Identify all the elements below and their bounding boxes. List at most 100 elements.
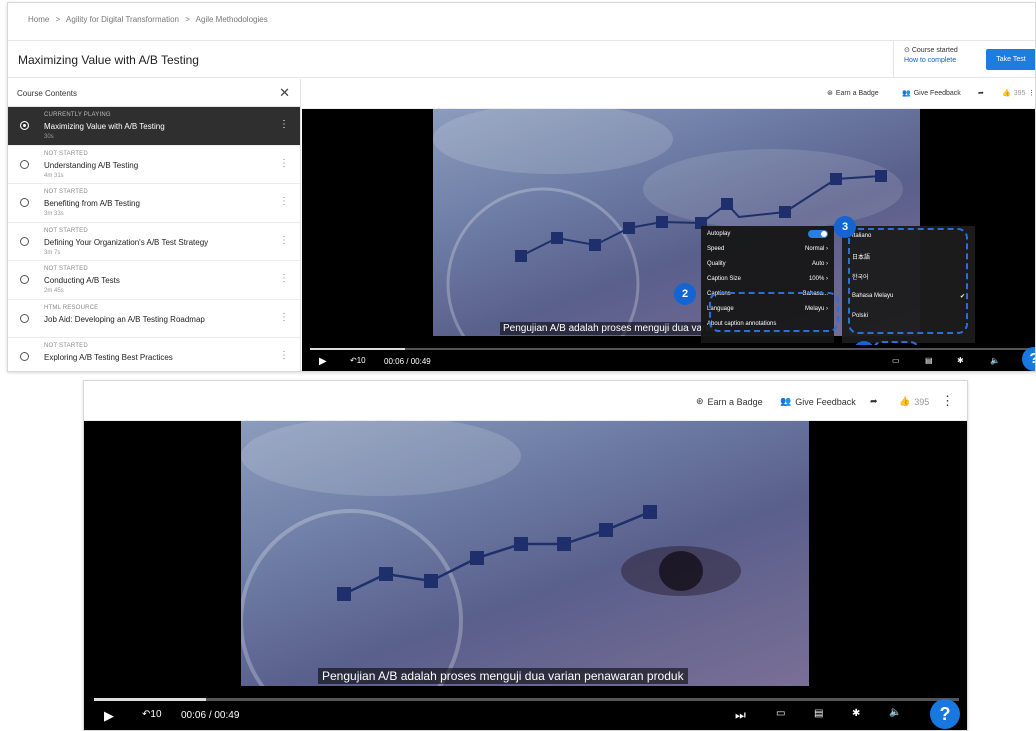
settings-autoplay[interactable]: Autoplay <box>701 226 834 241</box>
video-player[interactable]: Pengujian A/B adalah proses menguji dua … <box>84 421 967 730</box>
item-title: Defining Your Organization's A/B Test St… <box>44 237 209 247</box>
earn-badge-button[interactable]: ⊛ Earn a Badge <box>827 89 879 98</box>
radio-icon <box>20 352 29 361</box>
more-icon[interactable]: ⋮ <box>279 235 289 246</box>
transcript-icon[interactable]: ▤ <box>925 356 933 365</box>
settings-quality[interactable]: Quality Auto › <box>701 256 834 271</box>
share-icon[interactable]: ➦ <box>978 89 984 97</box>
player-toolbar: ⊛ Earn a Badge 👥 Give Feedback ➦ 👍 395 ⋮ <box>84 381 967 421</box>
play-icon[interactable]: ▶ <box>319 356 327 367</box>
autoplay-toggle[interactable] <box>808 229 828 238</box>
item-duration: 30s <box>44 134 54 140</box>
sidebar-item[interactable]: NOT STARTED Understanding A/B Testing 4m 3… <box>8 146 300 184</box>
sidebar-title: Course Contents <box>17 89 78 98</box>
radio-icon <box>20 275 29 284</box>
course-header: Maximizing Value with A/B Testing ⊙ Cour… <box>8 40 1035 78</box>
take-test-button[interactable]: Take Test <box>986 49 1035 70</box>
player-area: ⊛Earn a Badge 👥Give Feedback ➦ 👍395 ⋮ <box>302 79 1035 371</box>
callout-badge-2: 2 <box>674 283 696 305</box>
badge-icon: ⊛ <box>827 90 833 97</box>
item-status: NOT STARTED <box>44 343 88 349</box>
time-display: 00:06 / 00:49 <box>181 710 240 721</box>
sidebar-item[interactable]: NOT STARTED Conducting A/B Tests 2m 45s ⋮ <box>8 261 300 300</box>
sidebar-item[interactable]: NOT STARTED Benefiting from A/B Testing 3m… <box>8 184 300 223</box>
settings-caption-size[interactable]: Caption Size 100% › <box>701 271 834 286</box>
more-icon[interactable]: ⋮ <box>279 119 289 130</box>
item-title: Benefiting from A/B Testing <box>44 199 140 208</box>
more-icon[interactable]: ⋮ <box>279 196 289 207</box>
item-duration: 3m 33s <box>44 211 64 217</box>
sidebar-item[interactable]: HTML RESOURCE Job Aid: Developing an A/B … <box>8 300 300 338</box>
more-icon[interactable]: ⋮ <box>279 273 289 284</box>
item-duration: 3m 7s <box>44 249 61 256</box>
radio-icon <box>20 313 29 323</box>
radio-icon <box>20 159 29 169</box>
zoomed-player-screenshot: ⊛Earn a Badge 👥Give Feedback ➦ 👍395 ⋮ <box>83 380 968 731</box>
settings-speed[interactable]: Speed Normal › <box>701 241 834 256</box>
sidebar-item[interactable]: CURRENTLY PLAYING Maximizing Value with A… <box>8 107 300 146</box>
callout-highlight-language <box>709 292 839 332</box>
item-status: NOT STARTED <box>44 150 88 157</box>
help-button[interactable]: ? <box>1022 347 1035 371</box>
time-display: 00:06 / 00:49 <box>384 357 431 366</box>
earn-badge-button[interactable]: ⊛ Earn a Badge <box>696 396 763 407</box>
rewind-10-icon[interactable]: ↶10 <box>142 709 162 720</box>
progress-fill <box>310 348 405 350</box>
settings-gear-icon[interactable]: ✱ <box>957 356 964 365</box>
caption-text: Pengujian A/B adalah proses menguji dua … <box>318 668 688 684</box>
item-title: Understanding A/B Testing <box>44 160 139 170</box>
item-duration: 4m 31s <box>44 172 64 179</box>
progress-fill <box>94 698 207 701</box>
transcript-icon[interactable]: ▤ <box>814 708 823 719</box>
close-icon[interactable]: ✕ <box>279 85 290 101</box>
callout-badge-3: 3 <box>834 216 856 238</box>
play-icon[interactable]: ▶ <box>104 708 114 724</box>
radio-icon <box>20 198 29 207</box>
item-title: Conducting A/B Tests <box>44 276 120 285</box>
video-player[interactable]: Pengujian A/B adalah proses menguji dua … <box>302 109 1035 371</box>
breadcrumb-course[interactable]: Agility for Digital Transformation <box>66 15 179 24</box>
item-status: NOT STARTED <box>44 227 88 234</box>
feedback-icon: 👥 <box>902 90 911 97</box>
share-icon[interactable]: ➦ <box>870 396 878 407</box>
next-icon[interactable]: ⏭ <box>735 708 746 723</box>
item-title: Job Aid: Developing an A/B Testing Roadm… <box>44 314 205 324</box>
item-status: NOT STARTED <box>44 189 88 195</box>
callout-highlight-language-list <box>848 228 968 334</box>
breadcrumb-home[interactable]: Home <box>28 15 49 24</box>
full-player-screenshot: Home > Agility for Digital Transformatio… <box>7 2 1036 372</box>
course-contents-sidebar: Course Contents ✕ CURRENTLY PLAYING Maxim… <box>8 79 301 371</box>
help-button[interactable]: ? <box>930 699 960 729</box>
volume-icon[interactable]: 🔈 <box>990 356 1000 365</box>
thumbs-up-icon: 👍 <box>899 396 911 406</box>
give-feedback-button[interactable]: 👥 Give Feedback <box>902 89 961 98</box>
closed-captions-icon[interactable]: ▭ <box>892 356 900 365</box>
give-feedback-button[interactable]: 👥 Give Feedback <box>780 396 856 407</box>
closed-captions-icon[interactable]: ▭ <box>776 708 785 719</box>
player-controls: ▶ ↶10 00:06 / 00:49 ▭ ▤ ✱ 🔈 ? <box>302 345 1035 371</box>
how-to-complete-link[interactable]: How to complete <box>904 57 973 64</box>
more-icon[interactable]: ⋮ <box>279 312 289 323</box>
settings-gear-icon[interactable]: ✱ <box>852 708 860 719</box>
more-icon[interactable]: ⋮ <box>279 158 289 169</box>
like-button[interactable]: 👍 395 <box>1002 89 1025 98</box>
course-status: ⊙ Course started How to complete <box>893 41 983 77</box>
progress-bar[interactable] <box>310 348 1035 350</box>
more-icon[interactable]: ⋮ <box>941 393 954 409</box>
sidebar-item[interactable]: NOT STARTED Defining Your Organization's … <box>8 223 300 261</box>
more-icon[interactable]: ⋮ <box>279 350 289 361</box>
breadcrumb: Home > Agility for Digital Transformatio… <box>28 15 268 24</box>
thumbs-up-icon: 👍 <box>1002 90 1011 97</box>
breadcrumb-topic[interactable]: Agile Methodologies <box>196 15 268 24</box>
volume-icon[interactable]: 🔈 <box>889 707 901 718</box>
status-check-icon: ⊙ <box>904 47 910 54</box>
player-controls: ▶ ↶10 00:06 / 00:49 ⏭ ▭ ▤ ✱ 🔈 ? <box>84 693 967 730</box>
like-button[interactable]: 👍 395 <box>899 396 929 407</box>
caption-text: Pengujian A/B adalah proses menguji dua … <box>500 322 717 335</box>
rewind-10-icon[interactable]: ↶10 <box>350 356 366 365</box>
video-chart-graphic <box>241 421 741 686</box>
more-icon[interactable]: ⋮ <box>1028 89 1035 97</box>
sidebar-item[interactable]: NOT STARTED Exploring A/B Testing Best Pr… <box>8 338 300 371</box>
badge-icon: ⊛ <box>696 396 704 406</box>
progress-bar[interactable] <box>94 698 959 701</box>
